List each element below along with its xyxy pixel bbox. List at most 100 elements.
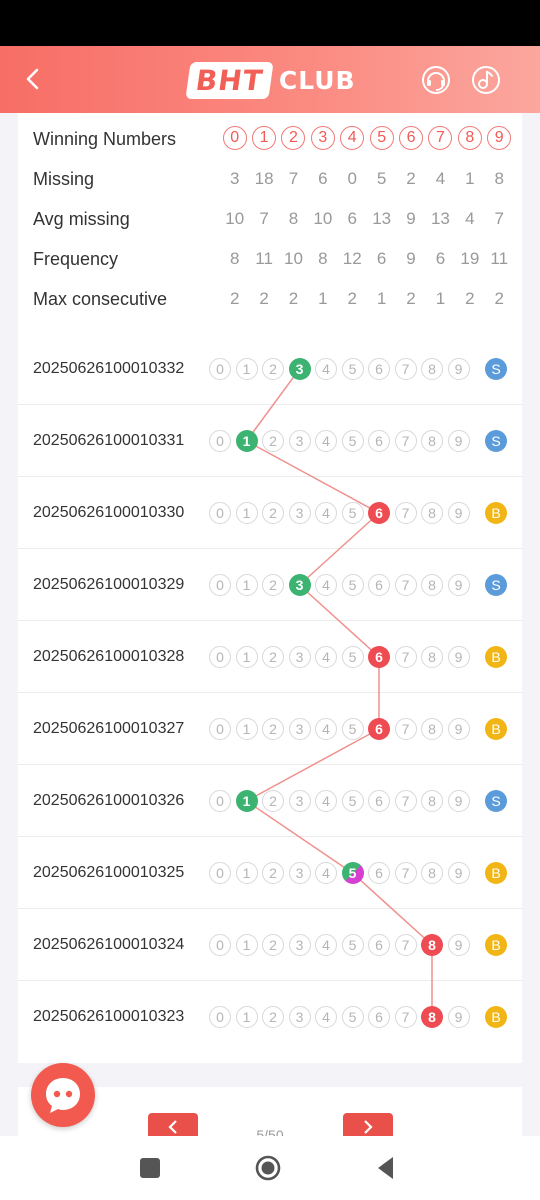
stat-value: 1 [318,289,328,308]
number-ball: 8 [421,502,443,524]
next-page-button[interactable] [343,1113,393,1137]
stat-value: 7 [288,169,299,188]
number-ball: 1 [235,718,258,740]
stat-value: 6 [347,209,357,228]
stat-value: 2 [406,169,416,188]
number-ball: 0 [209,862,231,884]
draw-period-id: 20250626100010332 [33,360,185,377]
number-ball: 7 [394,646,417,668]
draw-row: 20250626100010329 0 1 2 3 4 5 6 7 8 9 S [18,549,522,621]
number-ball: 6 [368,430,390,452]
number-ball: 0 [209,718,231,740]
number-ball: 1 [235,646,258,668]
number-ball: 5 [341,430,364,452]
stat-label: Avg missing [33,209,130,229]
number-ball: 7 [394,574,417,596]
number-ball: 5 [341,646,364,668]
stat-value: 9 [406,249,416,268]
number-ball: 1 [235,1006,258,1028]
stat-value: 6 [318,169,328,188]
number-ball: 2 [262,358,284,380]
trend-card: Winning Numbers 0123456789 Missing 3 18 7 6 0… [18,113,522,1063]
number-ball: 9 [447,1006,470,1028]
stat-value: 2 [288,289,299,308]
winning-number: 6 [399,126,424,151]
winning-number: 3 [310,126,335,151]
draw-period-id: 20250626100010323 [33,1008,185,1025]
stat-value: 10 [313,209,333,228]
drawn-number: 1 [235,430,258,452]
number-ball: 9 [447,430,470,452]
stat-value: 2 [465,289,475,308]
number-ball: 0 [209,934,231,956]
number-ball: 1 [235,574,258,596]
stat-value: 13 [372,209,392,228]
small-badge: S [485,358,507,380]
number-ball: 7 [394,358,417,380]
number-ball: 1 [235,862,258,884]
stat-value: 11 [255,249,273,268]
stat-value: 2 [494,289,504,308]
number-ball: 9 [447,358,470,380]
number-ball: 5 [341,718,364,740]
stat-value: 11 [490,249,509,268]
prev-page-button[interactable] [148,1113,198,1137]
number-ball: 7 [394,718,417,740]
number-ball: 0 [209,358,231,380]
number-ball: 1 [235,502,258,524]
draw-period-id: 20250626100010328 [33,648,185,665]
winning-number-cell: 2 [279,119,308,159]
drawn-number: 8 [421,934,443,956]
big-badge: B [485,718,507,740]
back-button[interactable] [18,64,48,94]
number-ball: 0 [209,574,231,596]
recent-apps-icon[interactable] [136,1154,164,1182]
winning-number: 8 [457,126,482,151]
stat-value: 2 [229,289,240,308]
stat-value: 9 [406,209,416,228]
chevron-left-icon [168,1120,177,1134]
big-badge: B [485,502,507,524]
customer-support-button[interactable] [420,64,452,96]
stat-row: Avg missing 10 7 8 10 6 13 9 13 4 7 [18,199,522,239]
draw-period-id: 20250626100010330 [33,504,185,521]
draw-period-id: 20250626100010326 [33,792,185,809]
draw-row: 20250626100010332 0 1 2 3 4 5 6 7 8 9 S [18,333,522,405]
big-badge: B [485,862,507,884]
number-ball: 8 [421,790,443,812]
number-ball: 8 [421,430,443,452]
stat-value: 13 [430,209,450,228]
chat-button[interactable] [31,1063,95,1127]
number-ball: 9 [447,718,470,740]
stat-value: 1 [465,169,475,188]
big-badge: B [485,934,507,956]
winning-number-cell: 8 [455,119,484,159]
sound-button[interactable] [470,64,502,96]
number-ball: 4 [315,430,337,452]
draw-period-id: 20250626100010331 [33,432,185,449]
stat-value: 6 [435,249,446,268]
number-ball: 4 [315,862,337,884]
stat-value: 8 [494,169,504,188]
draw-row: 20250626100010325 0 1 2 3 4 5 6 7 8 9 B [18,837,522,909]
system-nav-bar [0,1136,540,1200]
number-ball: 5 [341,934,364,956]
number-ball: 8 [421,862,443,884]
back-triangle-icon[interactable] [372,1154,400,1182]
winning-number: 2 [281,126,306,151]
winning-number-cell: 3 [308,119,337,159]
draw-history-list: 20250626100010332 0 1 2 3 4 5 6 7 8 9 S 202506261000… [18,333,522,1053]
number-ball: 7 [394,790,417,812]
home-icon[interactable] [254,1154,282,1182]
number-ball: 4 [315,646,337,668]
stat-row: Max consecutive 2 2 2 1 2 1 2 1 2 2 [18,279,522,319]
winning-number-cell: 1 [249,119,278,159]
number-ball: 2 [262,718,284,740]
logo-main-text: BHT [185,61,274,99]
stat-value: 2 [347,289,357,308]
stat-value: 1 [435,289,446,308]
number-ball: 6 [368,862,390,884]
draw-period-id: 20250626100010325 [33,864,185,881]
big-badge: B [485,646,507,668]
stat-value: 8 [318,249,328,268]
